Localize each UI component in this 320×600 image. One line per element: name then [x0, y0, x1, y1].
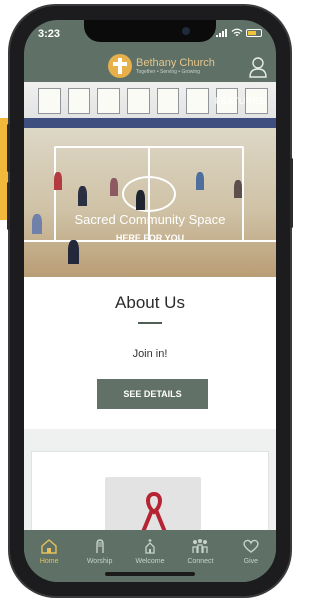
featured-badge: FEATURED [214, 96, 266, 106]
status-time: 3:23 [38, 28, 61, 40]
people-figure [196, 172, 204, 190]
home-indicator[interactable] [105, 572, 195, 576]
logo-title: Bethany Church [136, 56, 215, 69]
power-button [290, 158, 293, 228]
featured-banner[interactable]: FEATURED Sacred Community Space HERE FOR… [24, 82, 276, 277]
about-divider [138, 322, 162, 324]
people-figure [110, 178, 118, 196]
tab-give-label: Give [243, 558, 259, 565]
people-figure [54, 172, 62, 190]
about-subtitle: Join in! [132, 348, 168, 360]
people-figure [136, 190, 145, 210]
see-details-button[interactable]: SEE DETAILS [97, 379, 208, 409]
worship-icon [95, 539, 104, 553]
cross-logo-icon [108, 54, 132, 78]
connect-icon [192, 539, 209, 553]
status-icons [216, 28, 262, 37]
tab-home[interactable]: Home [24, 530, 74, 582]
tab-worship-label: Worship [86, 558, 113, 565]
notch [84, 20, 216, 42]
tab-give[interactable]: Give [226, 530, 276, 582]
about-title: About Us [115, 293, 185, 312]
about-section: About Us Join in! SEE DETAILS [24, 277, 276, 429]
awareness-ribbon-icon [141, 492, 167, 533]
court-circle [122, 176, 176, 212]
people-figure [68, 240, 79, 264]
battery-icon [246, 28, 262, 37]
content-area [24, 429, 276, 552]
tab-connect-label: Connect [187, 558, 214, 565]
volume-up-button [7, 124, 10, 172]
phone-screen: 3:23 Bethany Church Together • Serving •… [24, 20, 276, 582]
profile-icon[interactable] [248, 56, 268, 78]
home-icon [41, 539, 57, 554]
gym-wall-band [24, 118, 276, 128]
tab-home-label: Home [39, 558, 59, 565]
tab-welcome-label: Welcome [135, 558, 165, 565]
wifi-icon [231, 28, 243, 36]
welcome-icon [145, 539, 155, 554]
signal-icon [216, 28, 228, 37]
hero-title: Sacred Community Space [74, 212, 226, 227]
camera-icon [182, 27, 190, 35]
gym-floor [24, 128, 276, 277]
heart-icon [243, 539, 259, 553]
church-logo[interactable]: Bethany Church Together • Serving • Grow… [108, 54, 215, 78]
people-figure [234, 180, 242, 198]
volume-down-button [7, 182, 10, 230]
people-figure [78, 186, 87, 206]
logo-subtitle: Together • Serving • Growing [136, 68, 201, 75]
hero-tagline: HERE FOR YOU [115, 233, 185, 243]
